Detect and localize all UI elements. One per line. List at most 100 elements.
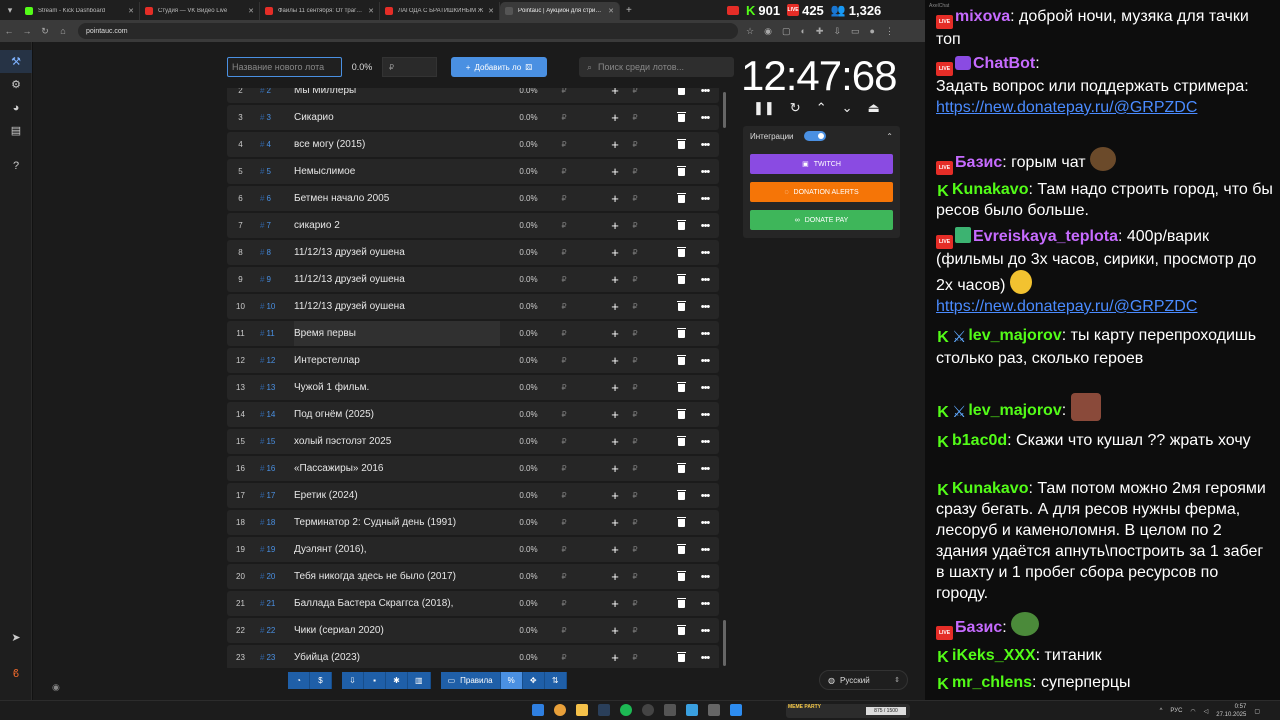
history-icon[interactable]: ▤ (0, 119, 32, 142)
lot-name[interactable]: 11/12/13 друзей оушена (294, 240, 500, 265)
lot-name[interactable]: Тебя никогда здесь не было (2017) (294, 564, 500, 589)
chat-link[interactable]: https://new.donatepay.ru/@GRPZDC (936, 99, 1197, 116)
lot-name[interactable]: «Пассажиры» 2016 (294, 456, 500, 481)
integrations-toggle[interactable] (803, 131, 826, 141)
home-icon[interactable]: ⌂ (54, 26, 72, 36)
lot-row[interactable]: 10 #10 11/12/13 друзей оушена 0.0% ₽ + ₽ ••• (227, 294, 719, 319)
lot-id[interactable]: #14 (254, 410, 294, 419)
clock[interactable]: 0:57 27.10.2025 (1216, 703, 1246, 719)
lot-row[interactable]: 19 #19 Дуэлянт (2016), 0.0% ₽ + ₽ ••• (227, 537, 719, 562)
telegram-icon[interactable]: ➤ (0, 626, 32, 649)
lot-id[interactable]: #10 (254, 302, 294, 311)
delete-lot-button[interactable] (673, 543, 689, 555)
plus-icon[interactable]: + (605, 488, 625, 503)
delete-lot-button[interactable] (673, 489, 689, 501)
delete-lot-button[interactable] (673, 192, 689, 204)
plus-icon[interactable]: + (605, 164, 625, 179)
delete-lot-button[interactable] (673, 381, 689, 393)
compress-button[interactable]: ✥ (522, 672, 545, 689)
scroll-thumb[interactable] (723, 620, 726, 666)
lot-name[interactable]: Еретик (2024) (294, 483, 500, 508)
donation-alerts-button[interactable]: ◌ DONATION ALERTS (750, 182, 893, 202)
lot-name[interactable]: Чужой 1 фильм. (294, 375, 500, 400)
lot-id[interactable]: #4 (254, 140, 294, 149)
lot-row[interactable]: 23 #23 Убийца (2023) 0.0% ₽ + ₽ ••• (227, 645, 719, 668)
decrease-icon[interactable]: ⌄ (842, 100, 853, 116)
twitch-button[interactable]: ▣ TWITCH (750, 154, 893, 174)
lot-row[interactable]: 2 #2 Мы Миллеры 0.0% ₽ + ₽ ••• (227, 88, 719, 103)
donate-button[interactable]: $ (310, 672, 332, 689)
plus-icon[interactable]: + (605, 623, 625, 638)
delete-lot-button[interactable] (673, 111, 689, 123)
lot-search-input[interactable]: ⌕ Поиск среди лотов... (579, 57, 734, 77)
lot-scrollbar[interactable] (723, 92, 726, 666)
plus-icon[interactable]: + (605, 88, 625, 98)
extend-icon[interactable]: ⏏ (868, 100, 880, 116)
github-button[interactable]: ◔ (288, 672, 310, 689)
lot-id[interactable]: #17 (254, 491, 294, 500)
plus-icon[interactable]: + (605, 596, 625, 611)
reset-icon[interactable]: ↻ (790, 100, 801, 116)
lot-name[interactable]: сикарио 2 (294, 213, 500, 238)
lot-id[interactable]: #7 (254, 221, 294, 230)
download-icon[interactable]: ⇩ (833, 26, 841, 37)
app-icon[interactable] (730, 704, 742, 716)
more-icon[interactable]: ••• (693, 544, 717, 556)
more-icon[interactable]: ••• (693, 274, 717, 286)
lot-row[interactable]: 15 #15 холый пэстолэт 2025 0.0% ₽ + ₽ ••• (227, 429, 719, 454)
app-icon[interactable] (664, 704, 676, 716)
percent-button[interactable]: % (500, 672, 523, 689)
more-icon[interactable]: ••• (693, 88, 717, 97)
lot-id[interactable]: #5 (254, 167, 294, 176)
browser-tab[interactable]: Файлы 11 сентября: От трагедии ✕ (260, 2, 380, 20)
browser-tab-active[interactable]: Pointauc | Аукцион для стримов ✕ (500, 2, 620, 20)
new-lot-input[interactable]: Название нового лота (227, 57, 342, 77)
back-icon[interactable]: ← (0, 26, 18, 36)
delete-lot-button[interactable] (673, 165, 689, 177)
lot-row[interactable]: 5 #5 Немыслимое 0.0% ₽ + ₽ ••• (227, 159, 719, 184)
new-tab-button[interactable]: + (620, 5, 638, 16)
more-icon[interactable]: ••• (693, 112, 717, 124)
chevron-up-icon[interactable]: ⌃ (886, 132, 893, 141)
delete-lot-button[interactable] (673, 219, 689, 231)
reload-icon[interactable]: ↻ (36, 26, 54, 37)
more-icon[interactable]: ••• (693, 436, 717, 448)
more-icon[interactable]: ••• (693, 166, 717, 178)
extension-icon[interactable]: ◉ (764, 26, 772, 37)
tray-lang[interactable]: РУС (1170, 708, 1182, 714)
chevron-up-icon[interactable]: ^ (1160, 708, 1163, 714)
bug-button[interactable]: ✱ (386, 672, 408, 689)
plus-icon[interactable]: + (605, 137, 625, 152)
lot-row[interactable]: 3 #3 Сикарио 0.0% ₽ + ₽ ••• (227, 105, 719, 130)
delete-lot-button[interactable] (673, 300, 689, 312)
lot-row[interactable]: 22 #22 Чики (сериал 2020) 0.0% ₽ + ₽ ••• (227, 618, 719, 643)
browser-tab[interactable]: ЛАГОДА С БРАТИШКИНЫМ Ж ✕ (380, 2, 500, 20)
steam-icon[interactable] (598, 704, 610, 716)
lot-row[interactable]: 17 #17 Еретик (2024) 0.0% ₽ + ₽ ••• (227, 483, 719, 508)
split-icon[interactable]: ▭ (851, 26, 860, 37)
plus-icon[interactable]: + (605, 542, 625, 557)
lot-name[interactable]: Терминатор 2: Судный день (1991) (294, 510, 500, 535)
delete-lot-button[interactable] (673, 462, 689, 474)
delete-lot-button[interactable] (673, 138, 689, 150)
lot-id[interactable]: #18 (254, 518, 294, 527)
folder-icon[interactable] (576, 704, 588, 716)
lot-id[interactable]: #12 (254, 356, 294, 365)
close-icon[interactable]: ✕ (368, 7, 374, 15)
plus-icon[interactable]: + (605, 272, 625, 287)
lot-id[interactable]: #21 (254, 599, 294, 608)
delete-lot-button[interactable] (673, 570, 689, 582)
plus-icon[interactable]: + (605, 569, 625, 584)
delete-lot-button[interactable] (673, 435, 689, 447)
app-icon[interactable] (708, 704, 720, 716)
more-icon[interactable]: ••• (693, 409, 717, 421)
lot-row[interactable]: 6 #6 Бетмен начало 2005 0.0% ₽ + ₽ ••• (227, 186, 719, 211)
download-button[interactable]: ⇩ (342, 672, 364, 689)
lot-id[interactable]: #20 (254, 572, 294, 581)
lot-id[interactable]: #9 (254, 275, 294, 284)
delete-lot-button[interactable] (673, 88, 689, 96)
lot-name[interactable]: Чики (сериал 2020) (294, 618, 500, 643)
plus-icon[interactable]: + (605, 461, 625, 476)
lot-row[interactable]: 12 #12 Интерстеллар 0.0% ₽ + ₽ ••• (227, 348, 719, 373)
plus-icon[interactable]: + (605, 650, 625, 665)
